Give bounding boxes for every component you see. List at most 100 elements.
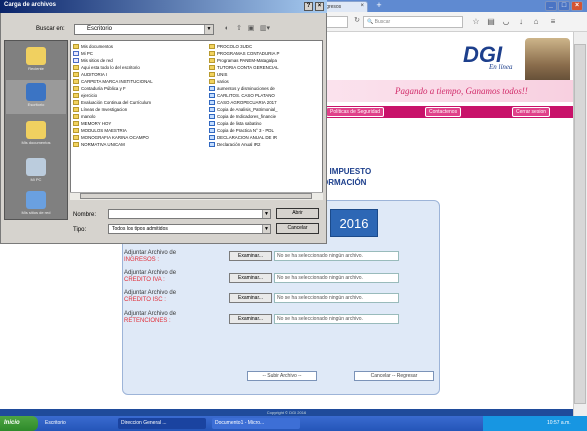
- window-close-icon[interactable]: ×: [571, 1, 583, 11]
- place-reciente[interactable]: Reciente: [6, 44, 66, 78]
- nav-contactenos[interactable]: Contactenos: [425, 107, 462, 117]
- filename-input[interactable]: ▼: [108, 209, 271, 219]
- row-label-ingresos: Adjuntar Archivo de INGRESOS :: [124, 250, 176, 264]
- file-item[interactable]: PROGRAMAS CONTADURIA P: [209, 50, 323, 57]
- year-badge: 2016: [330, 209, 378, 237]
- row-label-text: Adjuntar Archivo de: [124, 250, 177, 256]
- new-folder-icon[interactable]: ▣: [246, 24, 256, 34]
- minimize-icon[interactable]: _: [545, 1, 557, 11]
- file-item[interactable]: CASO AGROPECUARIA 2017: [209, 99, 323, 106]
- file-item[interactable]: TUTORIA CONTA GERENCIAL: [209, 64, 323, 71]
- place-escritorio[interactable]: Escritorio: [6, 80, 66, 114]
- nav-politicas[interactable]: Políticas de Seguridad: [326, 107, 385, 117]
- file-column-2: PROCOLO 3UDC PROGRAMAS CONTADURIA P Progra…: [209, 43, 323, 148]
- chevron-down-icon[interactable]: ▼: [204, 25, 213, 34]
- file-item[interactable]: Mis sitios de red: [73, 57, 193, 64]
- file-item[interactable]: CARPETA MARCA INSTITUCIONAL: [73, 78, 193, 85]
- pdf-icon: [209, 100, 215, 106]
- file-item[interactable]: aumentos y disminuciones de: [209, 85, 323, 92]
- download-icon[interactable]: ↓: [515, 16, 527, 28]
- chevron-down-icon[interactable]: ▼: [262, 225, 270, 233]
- nav-cerrar-sesion[interactable]: Cerrar sesion: [512, 107, 551, 117]
- new-tab-button[interactable]: +: [372, 1, 386, 11]
- library-icon[interactable]: ▤: [485, 16, 497, 28]
- file-item[interactable]: Programas PANEM-Matagalpa: [209, 57, 323, 64]
- file-item-name: DECLARACION ANUAL DE IR: [217, 135, 278, 140]
- browse-button-retenciones[interactable]: Examinar...: [229, 314, 272, 324]
- browse-button-credito-iva[interactable]: Examinar...: [229, 273, 272, 283]
- place-mis-sitios-red[interactable]: Mis sitios de red: [6, 188, 66, 222]
- file-item[interactable]: ejercicio: [73, 92, 193, 99]
- file-item[interactable]: MODULOS MAESTRIA: [73, 127, 193, 134]
- back-icon[interactable]: ◐: [222, 24, 232, 34]
- folder-icon: [209, 72, 215, 78]
- file-item[interactable]: CARLITOS. CASO PLATANO: [209, 92, 323, 99]
- taskbar-escritorio[interactable]: Escritorio: [42, 418, 90, 429]
- file-item[interactable]: Copia de Analisis_Patrimonial_: [209, 106, 323, 113]
- file-item[interactable]: DECLARACION ANUAL DE IR: [209, 134, 323, 141]
- pocket-icon[interactable]: ◡: [500, 16, 512, 28]
- filetype-select[interactable]: Todos los tipos admitidos ▼: [108, 224, 271, 234]
- file-column-1: Mis documentos Mi PC Mis sitios de red Aqui…: [73, 43, 193, 148]
- file-item[interactable]: MONOGRAFIA KARINA OCAMPO: [73, 134, 193, 141]
- file-item-name: MODULOS MAESTRIA: [81, 128, 127, 133]
- pdf-icon: [209, 128, 215, 134]
- browse-button-ingresos[interactable]: Examinar...: [229, 251, 272, 261]
- file-item[interactable]: Mis documentos: [73, 43, 193, 50]
- file-item[interactable]: Líneas de Investigacion: [73, 106, 193, 113]
- menu-icon[interactable]: ≡: [547, 16, 559, 28]
- search-placeholder: Buscar: [374, 19, 391, 25]
- dialog-help-icon[interactable]: ?: [304, 2, 313, 11]
- place-mis-documentos[interactable]: Mis documentos: [6, 118, 66, 152]
- file-item[interactable]: Mi PC: [73, 50, 193, 57]
- upload-submit-button[interactable]: -- Subir Archivo --: [247, 371, 317, 381]
- maximize-icon[interactable]: □: [558, 1, 570, 11]
- dialog-cancel-button[interactable]: Cancelar: [276, 223, 319, 234]
- start-button[interactable]: Inicio: [0, 416, 38, 431]
- file-item[interactable]: MEMORY HOY: [73, 120, 193, 127]
- taskbar-documento[interactable]: Documento1 - Micro...: [212, 418, 300, 429]
- file-item[interactable]: PROCOLO 3UDC: [209, 43, 323, 50]
- dialog-title: Carga de archivos: [4, 2, 57, 8]
- file-item-name: Evaluación Continua del Currículum: [81, 100, 152, 105]
- file-item-name: MONOGRAFIA KARINA OCAMPO: [81, 135, 149, 140]
- page-scroll-thumb[interactable]: [574, 44, 586, 404]
- folder-icon: [73, 142, 79, 148]
- view-menu-icon[interactable]: ▥▾: [258, 24, 272, 34]
- browse-button-credito-isc[interactable]: Examinar...: [229, 293, 272, 303]
- dialog-close-icon[interactable]: ×: [315, 2, 324, 11]
- cancel-return-button[interactable]: Cancelar -- Regresar: [354, 371, 434, 381]
- home-icon[interactable]: ⌂: [530, 16, 542, 28]
- place-label: Mi PC: [30, 177, 42, 182]
- folder-icon: [73, 107, 79, 113]
- row-label-text: Adjuntar Archivo de: [124, 270, 177, 276]
- filetype-label: Tipo:: [73, 227, 87, 233]
- row-label-red: CREDITO ISC :: [124, 297, 166, 303]
- file-item[interactable]: Evaluación Continua del Currículum: [73, 99, 193, 106]
- lookin-select[interactable]: Escritorio ▼: [74, 24, 214, 35]
- file-item[interactable]: manolo: [73, 113, 193, 120]
- file-item[interactable]: Aqui esta todo lo del escritorio: [73, 64, 193, 71]
- close-tab-icon[interactable]: ×: [360, 3, 364, 9]
- file-item[interactable]: Copia de Practica N° 3 - PDL: [209, 127, 323, 134]
- file-item[interactable]: Declaración Anual IR2: [209, 141, 323, 148]
- star-icon[interactable]: ☆: [470, 16, 482, 28]
- open-button[interactable]: Abrir: [276, 208, 319, 219]
- file-item-name: Programas PANEM-Matagalpa: [217, 58, 277, 63]
- lookin-label: Buscar en:: [36, 26, 65, 32]
- file-item[interactable]: varios: [209, 78, 323, 85]
- file-item[interactable]: Contaduría Pública y F: [73, 85, 193, 92]
- up-folder-icon[interactable]: ⇧: [234, 24, 244, 34]
- file-item[interactable]: UNIS: [209, 71, 323, 78]
- taskbar-direccion-general[interactable]: Direccion General ...: [118, 418, 206, 429]
- search-input[interactable]: 🔍 Buscar: [363, 16, 463, 28]
- file-item[interactable]: AUDITORIA I: [73, 71, 193, 78]
- folder-icon: [209, 65, 215, 71]
- file-item[interactable]: Copia de lista sabatino: [209, 120, 323, 127]
- file-item[interactable]: NORMATIVA UNICAM: [73, 141, 193, 148]
- file-list-hscroll-thumb[interactable]: [80, 193, 312, 199]
- file-item[interactable]: Copia de Indicadores_financie: [209, 113, 323, 120]
- reload-icon[interactable]: ↻: [352, 16, 362, 28]
- place-mi-pc[interactable]: Mi PC: [6, 155, 66, 189]
- chevron-down-icon[interactable]: ▼: [262, 210, 270, 218]
